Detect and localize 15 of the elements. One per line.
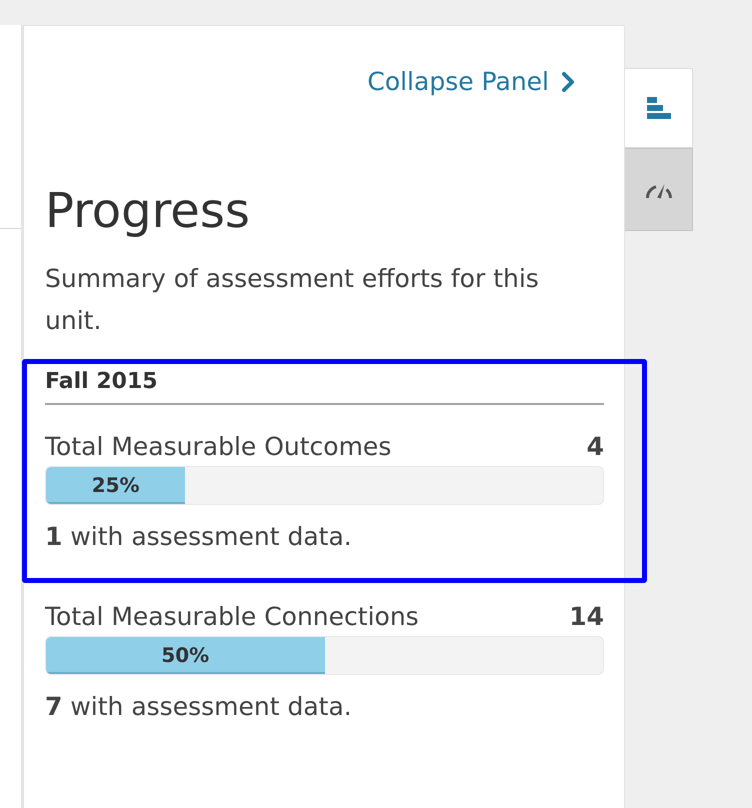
collapse-panel-link[interactable]: Collapse Panel <box>367 66 575 98</box>
metric-label: Total Measurable Outcomes <box>45 431 392 463</box>
panel-title: Progress <box>45 182 251 240</box>
chart-tab[interactable] <box>625 68 693 148</box>
assessment-caption: 1 with assessment data. <box>45 521 353 553</box>
metric-total: 4 <box>586 431 604 463</box>
panel-description: Summary of assessment efforts for this unit. <box>45 263 540 337</box>
bar-chart-icon <box>646 97 670 119</box>
chevron-right-icon <box>561 71 575 93</box>
assessment-caption: 7 with assessment data. <box>45 691 353 723</box>
term-title: Fall 2015 <box>45 368 159 396</box>
metric-total: 14 <box>569 601 604 633</box>
percent-label: 25% <box>92 474 140 494</box>
percent-label: 50% <box>161 644 210 664</box>
metric-label: Total Measurable Connections <box>45 601 419 633</box>
